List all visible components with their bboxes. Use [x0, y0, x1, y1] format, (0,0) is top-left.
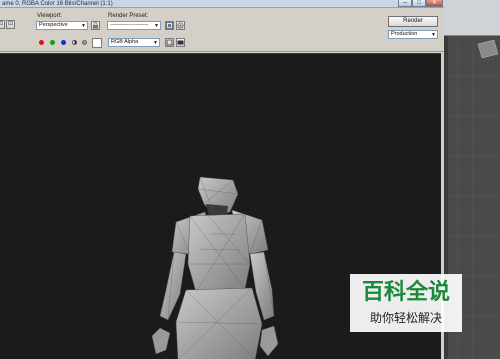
lock-icon[interactable]	[91, 21, 100, 30]
red-channel-button[interactable]	[39, 40, 44, 45]
color-swatch[interactable]	[92, 38, 102, 48]
chevron-down-icon: ▼	[431, 32, 436, 38]
channel-display-value: RGB Alpha	[111, 39, 139, 45]
title-bar: ame 0, RGBA Color 16 Bits/Channel (1:1) …	[0, 0, 444, 8]
render-toolbar: ⊡ ⊡ Viewport: Perspective ▼ Render Prese…	[0, 8, 444, 52]
render-button[interactable]: Render	[388, 16, 438, 27]
viewport-value: Perspective	[39, 22, 68, 28]
area-to-render-button[interactable]: ⊡	[0, 20, 5, 29]
window-title: ame 0, RGBA Color 16 Bits/Channel (1:1)	[2, 1, 113, 7]
viewport-dropdown[interactable]: Perspective ▼	[36, 21, 88, 30]
watermark-badge: 百科全说 助你轻松解决	[350, 274, 462, 332]
minimize-button[interactable]: ─	[398, 0, 412, 7]
chevron-down-icon: ▼	[153, 40, 158, 46]
render-preset-dropdown[interactable]: --------------------- ▼	[107, 21, 161, 30]
teapot-icon[interactable]	[176, 21, 185, 30]
render-preset-value: ---------------------	[110, 22, 149, 28]
watermark-subtitle: 助你轻松解决	[369, 311, 442, 325]
watermark-title: 百科全说	[361, 280, 450, 305]
mono-channel-button[interactable]	[82, 40, 87, 45]
display-icon[interactable]	[165, 38, 174, 47]
blue-channel-button[interactable]	[61, 40, 66, 45]
background-toolbar	[444, 0, 500, 36]
chevron-down-icon: ▼	[81, 23, 86, 29]
viewport-label: Viewport:	[37, 13, 62, 19]
close-button[interactable]: ✕	[426, 0, 443, 7]
render-preset-label: Render Preset:	[108, 13, 149, 19]
channel-display-dropdown[interactable]: RGB Alpha ▼	[108, 38, 160, 47]
environment-icon[interactable]	[165, 21, 174, 30]
green-channel-button[interactable]	[50, 40, 55, 45]
chevron-down-icon: ▼	[154, 23, 159, 29]
production-dropdown[interactable]: Production ▼	[388, 30, 438, 39]
alpha-channel-button[interactable]	[72, 40, 77, 45]
clear-icon[interactable]	[176, 38, 185, 47]
edit-region-button[interactable]: ⊡	[6, 20, 15, 29]
maximize-button[interactable]: □	[412, 0, 426, 7]
production-value: Production	[391, 31, 418, 37]
